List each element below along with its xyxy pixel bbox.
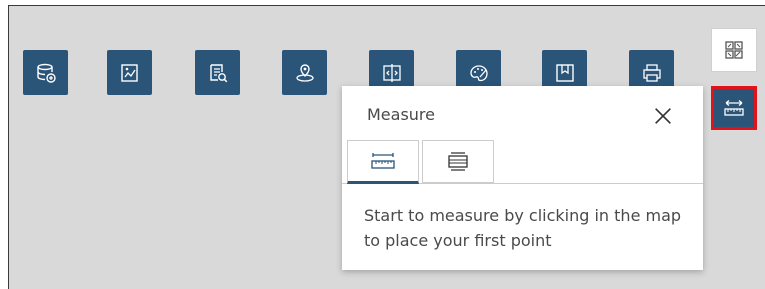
location-pin-icon <box>295 63 314 82</box>
close-icon <box>655 108 671 124</box>
measure-instructions: Start to measure by clicking in the map … <box>364 206 682 250</box>
widget-grid-button[interactable] <box>711 28 757 72</box>
swipe-compare-icon <box>382 63 401 82</box>
close-button[interactable] <box>645 98 681 134</box>
area-measure-icon <box>448 151 468 171</box>
query-button[interactable] <box>195 50 240 95</box>
measure-tabs <box>342 140 703 184</box>
panel-title: Measure <box>367 105 435 124</box>
map-legend-icon <box>120 63 138 82</box>
layer-list-button[interactable] <box>23 50 68 95</box>
document-search-icon <box>209 63 227 82</box>
measure-ruler-icon <box>724 100 744 116</box>
legend-button[interactable] <box>107 50 152 95</box>
printer-icon <box>642 63 661 82</box>
bookmark-icon <box>555 63 574 82</box>
widget-grid-icon <box>725 41 743 59</box>
database-add-icon <box>36 63 56 83</box>
palette-icon <box>469 64 488 81</box>
near-me-button[interactable] <box>282 50 327 95</box>
tab-area[interactable] <box>422 140 494 183</box>
measure-button[interactable] <box>711 86 757 130</box>
tab-distance[interactable] <box>347 140 419 184</box>
distance-ruler-icon <box>371 153 395 169</box>
measure-panel: Measure Start to measure by clicking in … <box>342 86 703 270</box>
